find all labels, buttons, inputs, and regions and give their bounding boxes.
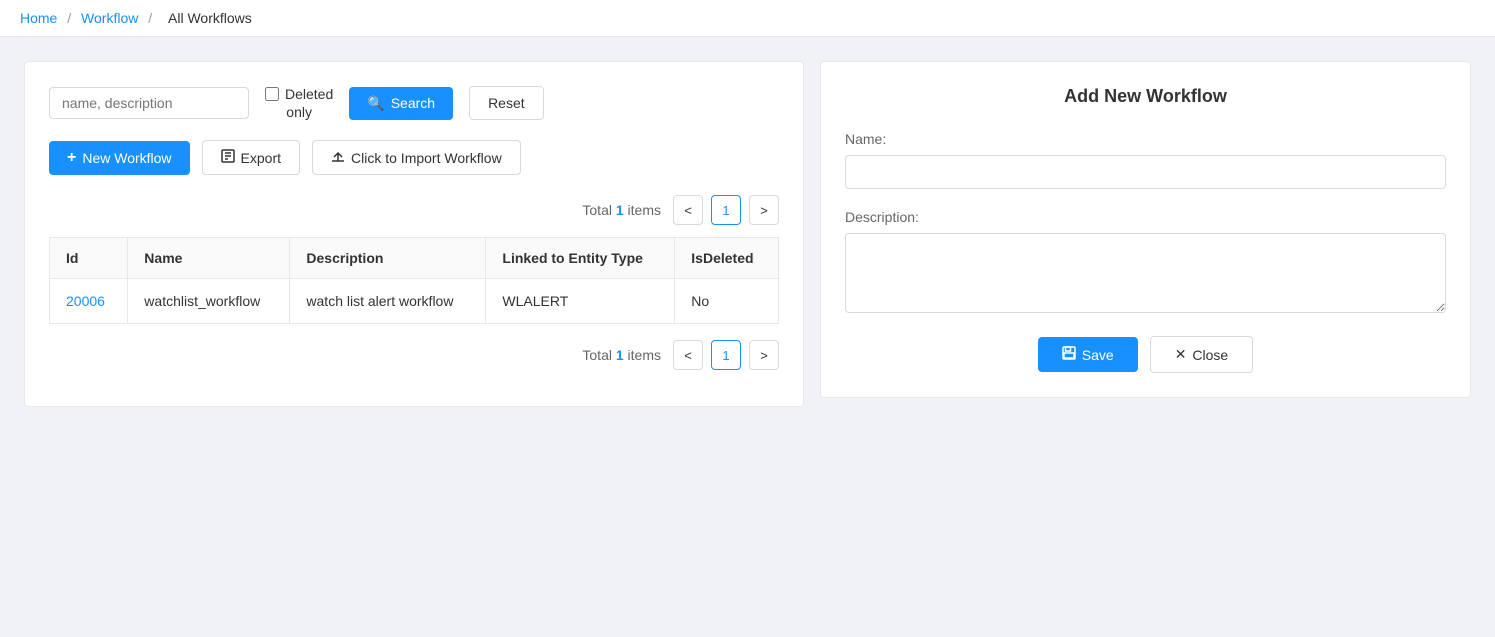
bottom-pagination-info: Total 1 items: [582, 347, 661, 363]
top-next-page-button[interactable]: >: [749, 195, 779, 225]
prev-icon: <: [684, 203, 692, 218]
new-workflow-label: New Workflow: [82, 150, 171, 166]
row-description: watch list alert workflow: [290, 279, 486, 324]
search-button-label: Search: [391, 95, 435, 111]
top-pagination: Total 1 items < 1 >: [49, 195, 779, 225]
col-id: Id: [50, 238, 128, 279]
workflow-table: Id Name Description Linked to Entity Typ…: [49, 237, 779, 324]
bottom-next-icon: >: [760, 348, 768, 363]
next-icon: >: [760, 203, 768, 218]
breadcrumb-home[interactable]: Home: [20, 10, 57, 26]
bottom-page-1-label: 1: [722, 348, 729, 363]
export-button[interactable]: Export: [202, 140, 300, 175]
row-name: watchlist_workflow: [128, 279, 290, 324]
page-1-label: 1: [722, 203, 729, 218]
name-input[interactable]: [845, 155, 1446, 189]
only-label: only: [286, 104, 312, 120]
description-field-group: Description:: [845, 209, 1446, 316]
name-field-group: Name:: [845, 131, 1446, 189]
bottom-page-1-button[interactable]: 1: [711, 340, 741, 370]
breadcrumb-sep2: /: [148, 10, 156, 26]
row-id[interactable]: 20006: [50, 279, 128, 324]
export-icon: [221, 149, 235, 166]
bottom-prev-page-button[interactable]: <: [673, 340, 703, 370]
plus-icon: +: [67, 149, 76, 167]
reset-button[interactable]: Reset: [469, 86, 544, 120]
reset-button-label: Reset: [488, 95, 525, 111]
deleted-only-checkbox[interactable]: [265, 87, 279, 101]
save-button[interactable]: Save: [1038, 337, 1138, 372]
import-button[interactable]: Click to Import Workflow: [312, 140, 521, 175]
description-textarea[interactable]: [845, 233, 1446, 313]
import-label: Click to Import Workflow: [351, 150, 502, 166]
save-button-label: Save: [1082, 347, 1114, 363]
top-prev-page-button[interactable]: <: [673, 195, 703, 225]
close-button-label: Close: [1192, 347, 1228, 363]
table-row: 20006 watchlist_workflow watch list aler…: [50, 279, 779, 324]
right-panel: Add New Workflow Name: Description: Save: [820, 61, 1471, 398]
breadcrumb-sep1: /: [67, 10, 75, 26]
row-is-deleted: No: [675, 279, 779, 324]
search-input[interactable]: [49, 87, 249, 119]
search-button[interactable]: 🔍 Search: [349, 87, 453, 120]
form-actions: Save ✕ Close: [845, 336, 1446, 373]
col-description: Description: [290, 238, 486, 279]
bottom-prev-icon: <: [684, 348, 692, 363]
deleted-only-label: Deleted only: [265, 86, 333, 120]
description-label: Description:: [845, 209, 1446, 225]
name-label: Name:: [845, 131, 1446, 147]
panel-title: Add New Workflow: [845, 86, 1446, 107]
export-label: Export: [241, 150, 281, 166]
row-linked-entity: WLALERT: [486, 279, 675, 324]
action-bar: + New Workflow Export: [49, 140, 779, 175]
new-workflow-button[interactable]: + New Workflow: [49, 141, 190, 175]
deleted-label: Deleted: [285, 86, 333, 102]
close-button[interactable]: ✕ Close: [1150, 336, 1254, 373]
upload-icon: [331, 149, 345, 166]
deleted-only-checkbox-row: Deleted: [265, 86, 333, 102]
top-pagination-info: Total 1 items: [582, 202, 661, 218]
table-body: 20006 watchlist_workflow watch list aler…: [50, 279, 779, 324]
table-header: Id Name Description Linked to Entity Typ…: [50, 238, 779, 279]
col-linked-entity: Linked to Entity Type: [486, 238, 675, 279]
top-page-1-button[interactable]: 1: [711, 195, 741, 225]
col-is-deleted: IsDeleted: [675, 238, 779, 279]
bottom-pagination: Total 1 items < 1 >: [49, 340, 779, 370]
breadcrumb: Home / Workflow / All Workflows: [0, 0, 1495, 37]
breadcrumb-current: All Workflows: [168, 10, 252, 26]
save-icon: [1062, 346, 1076, 363]
table-header-row: Id Name Description Linked to Entity Typ…: [50, 238, 779, 279]
left-panel: Deleted only 🔍 Search Reset + New Workfl…: [24, 61, 804, 407]
bottom-next-page-button[interactable]: >: [749, 340, 779, 370]
search-bar: Deleted only 🔍 Search Reset: [49, 86, 779, 120]
close-icon: ✕: [1175, 346, 1187, 363]
col-name: Name: [128, 238, 290, 279]
search-icon: 🔍: [367, 95, 384, 112]
page-content: Deleted only 🔍 Search Reset + New Workfl…: [0, 37, 1495, 431]
breadcrumb-workflow[interactable]: Workflow: [81, 10, 138, 26]
